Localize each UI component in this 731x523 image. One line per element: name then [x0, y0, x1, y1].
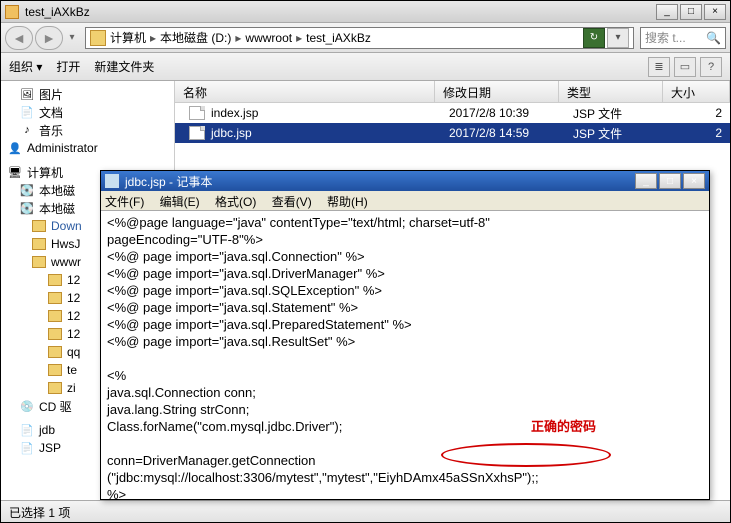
col-name[interactable]: 名称: [175, 81, 435, 102]
doc-icon: 📄: [19, 105, 35, 119]
folder-icon: [32, 220, 46, 232]
address-bar[interactable]: 计算机▸ 本地磁盘 (D:)▸ wwwroot▸ test_iAXkBz ↻ ▾: [85, 27, 634, 49]
dropdown-button[interactable]: ▾: [607, 28, 629, 48]
organize-button[interactable]: 组织 ▾: [9, 58, 42, 75]
user-icon: 👤: [7, 141, 23, 155]
tree-item[interactable]: 🖼图片: [3, 85, 172, 103]
status-text: 已选择 1 项: [9, 506, 70, 520]
menu-file[interactable]: 文件(F): [105, 195, 144, 209]
explorer-titlebar[interactable]: test_iAXkBz _ □ ×: [1, 1, 730, 23]
breadcrumb-seg[interactable]: wwwroot: [245, 31, 292, 45]
breadcrumb-seg[interactable]: 本地磁盘 (D:): [160, 29, 231, 46]
annotation-label: 正确的密码: [531, 419, 596, 435]
history-dropdown[interactable]: ▾: [65, 26, 79, 50]
file-row-selected[interactable]: jdbc.jsp 2017/2/8 14:59 JSP 文件 2: [175, 123, 730, 143]
folder-icon: [5, 5, 19, 19]
notepad-window: jdbc.jsp - 记事本 _ □ × 文件(F) 编辑(E) 格式(O) 查…: [100, 170, 710, 500]
search-placeholder: 搜索 t...: [645, 29, 686, 46]
maximize-button[interactable]: □: [680, 4, 702, 20]
col-date[interactable]: 修改日期: [435, 81, 559, 102]
folder-icon: [48, 274, 62, 286]
file-icon: [189, 126, 205, 140]
column-headers[interactable]: 名称 修改日期 类型 大小: [175, 81, 730, 103]
tree-item[interactable]: 📄文档: [3, 103, 172, 121]
close-button[interactable]: ×: [683, 173, 705, 189]
status-bar: 已选择 1 项: [1, 500, 730, 522]
folder-icon: [48, 346, 62, 358]
annotation-oval: [441, 443, 611, 467]
toolbar: 组织 ▾ 打开 新建文件夹 ≣ ▭ ?: [1, 53, 730, 81]
folder-icon: [48, 382, 62, 394]
minimize-button[interactable]: _: [635, 173, 657, 189]
notepad-title: jdbc.jsp - 记事本: [125, 173, 212, 190]
maximize-button[interactable]: □: [659, 173, 681, 189]
notepad-menubar[interactable]: 文件(F) 编辑(E) 格式(O) 查看(V) 帮助(H): [101, 191, 709, 211]
help-button[interactable]: ?: [700, 57, 722, 77]
notepad-titlebar[interactable]: jdbc.jsp - 记事本 _ □ ×: [101, 171, 709, 191]
close-button[interactable]: ×: [704, 4, 726, 20]
forward-button[interactable]: ►: [35, 26, 63, 50]
open-button[interactable]: 打开: [56, 58, 80, 75]
minimize-button[interactable]: _: [656, 4, 678, 20]
computer-icon: 🖥: [7, 165, 23, 179]
breadcrumb-seg[interactable]: 计算机: [110, 29, 146, 46]
menu-view[interactable]: 查看(V): [272, 195, 312, 209]
newfolder-button[interactable]: 新建文件夹: [94, 58, 154, 75]
menu-format[interactable]: 格式(O): [215, 195, 256, 209]
notepad-icon: [105, 174, 119, 188]
col-size[interactable]: 大小: [663, 81, 730, 102]
menu-help[interactable]: 帮助(H): [327, 195, 368, 209]
file-icon: [189, 106, 205, 120]
folder-icon: [48, 364, 62, 376]
music-icon: ♪: [19, 123, 35, 137]
menu-edit[interactable]: 编辑(E): [160, 195, 200, 209]
back-button[interactable]: ◄: [5, 26, 33, 50]
refresh-button[interactable]: ↻: [583, 28, 605, 48]
breadcrumb-seg[interactable]: test_iAXkBz: [306, 31, 371, 45]
picture-icon: 🖼: [19, 87, 35, 101]
file-icon: 📄: [19, 423, 35, 437]
tree-item[interactable]: 👤Administrator: [3, 139, 172, 157]
col-type[interactable]: 类型: [559, 81, 663, 102]
notepad-textarea[interactable]: <%@page language="java" contentType="tex…: [101, 211, 709, 499]
preview-button[interactable]: ▭: [674, 57, 696, 77]
search-input[interactable]: 搜索 t... 🔍: [640, 27, 726, 49]
nav-bar: ◄ ► ▾ 计算机▸ 本地磁盘 (D:)▸ wwwroot▸ test_iAXk…: [1, 23, 730, 53]
disk-icon: 💽: [19, 201, 35, 215]
folder-icon: [48, 310, 62, 322]
cd-icon: 💿: [19, 399, 35, 413]
file-icon: 📄: [19, 441, 35, 455]
folder-icon: [48, 292, 62, 304]
folder-icon: [32, 238, 46, 250]
view-button[interactable]: ≣: [648, 57, 670, 77]
disk-icon: 💽: [19, 183, 35, 197]
folder-icon: [90, 30, 106, 46]
folder-icon: [32, 256, 46, 268]
search-icon: 🔍: [706, 31, 721, 45]
window-title: test_iAXkBz: [25, 5, 90, 19]
folder-icon: [48, 328, 62, 340]
file-row[interactable]: index.jsp 2017/2/8 10:39 JSP 文件 2: [175, 103, 730, 123]
tree-item[interactable]: ♪音乐: [3, 121, 172, 139]
